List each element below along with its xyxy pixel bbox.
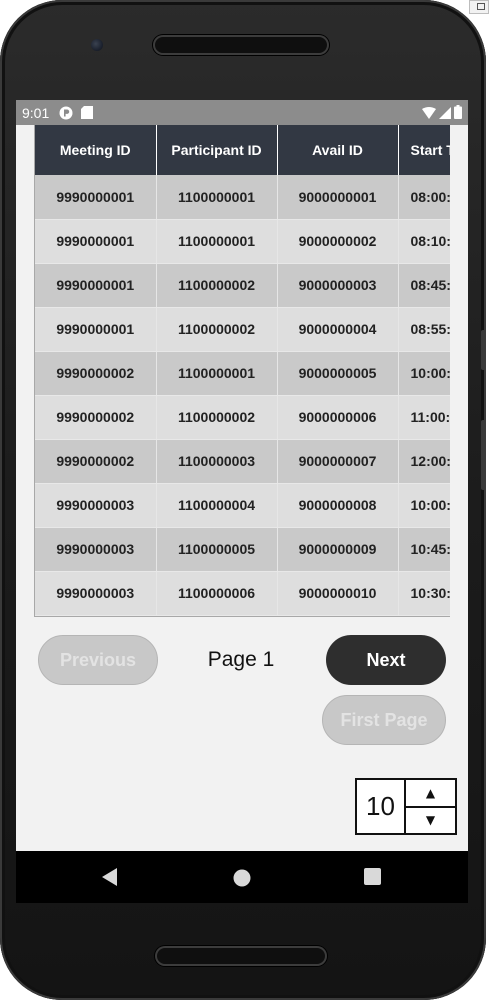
cell-meeting-id: 9990000002 (35, 351, 157, 396)
cell-meeting-id: 9990000002 (35, 439, 157, 484)
column-header-participant-id[interactable]: Participant ID (156, 125, 278, 175)
cell-participant-id: 1100000002 (156, 263, 278, 308)
page: 9:01 Meeting ID Participant ID Avail ID … (0, 0, 489, 1006)
cell-start-time: 10:30: (398, 571, 450, 616)
recents-icon[interactable] (364, 868, 381, 890)
signal-icon (439, 106, 451, 122)
cell-participant-id: 1100000006 (156, 571, 278, 616)
cell-avail-id: 9000000008 (277, 483, 399, 528)
back-icon[interactable] (102, 868, 118, 891)
cell-participant-id: 1100000003 (156, 439, 278, 484)
cell-participant-id: 1100000001 (156, 175, 278, 220)
cell-participant-id: 1100000001 (156, 351, 278, 396)
cell-avail-id: 9000000003 (277, 263, 399, 308)
window-restore-icon[interactable] (469, 0, 489, 14)
column-header-start-time[interactable]: Start T (398, 125, 450, 175)
cell-participant-id: 1100000001 (156, 219, 278, 264)
app-notification-icon (59, 106, 73, 120)
status-bar: 9:01 (16, 100, 468, 125)
page-size-stepper[interactable]: 10 ▲ ▼ (355, 778, 457, 835)
cell-meeting-id: 9990000001 (35, 175, 157, 220)
cell-participant-id: 1100000002 (156, 395, 278, 440)
cell-start-time: 10:00: (398, 351, 450, 396)
cell-meeting-id: 9990000002 (35, 395, 157, 440)
cell-meeting-id: 9990000003 (35, 571, 157, 616)
table-row: 9990000002 1100000001 9000000005 10:00: (35, 351, 450, 396)
cell-avail-id: 9000000006 (277, 395, 399, 440)
phone-frame: 9:01 Meeting ID Participant ID Avail ID … (0, 0, 486, 1000)
cell-start-time: 10:00: (398, 483, 450, 528)
cell-start-time: 10:45: (398, 527, 450, 572)
column-header-meeting-id[interactable]: Meeting ID (35, 125, 157, 175)
cell-start-time: 12:00: (398, 439, 450, 484)
status-time: 9:01 (22, 104, 50, 121)
power-button (481, 420, 486, 490)
cell-start-time: 08:10: (398, 219, 450, 264)
navigation-bar (16, 851, 468, 903)
device-screen: 9:01 Meeting ID Participant ID Avail ID … (16, 100, 468, 903)
wifi-icon (422, 106, 436, 122)
cell-participant-id: 1100000004 (156, 483, 278, 528)
decrement-arrow-icon[interactable]: ▼ (406, 808, 455, 834)
data-table: Meeting ID Participant ID Avail ID Start… (35, 125, 450, 616)
table-row: 9990000001 1100000001 9000000001 08:00: (35, 175, 450, 220)
sd-card-icon (81, 106, 94, 119)
table-row: 9990000003 1100000004 9000000008 10:00: (35, 483, 450, 528)
top-speaker (153, 35, 329, 55)
cell-start-time: 08:00: (398, 175, 450, 220)
table-row: 9990000003 1100000005 9000000009 10:45: (35, 527, 450, 572)
cell-avail-id: 9000000010 (277, 571, 399, 616)
table-row: 9990000002 1100000003 9000000007 12:00: (35, 439, 450, 484)
volume-button (481, 330, 486, 370)
app-content: Meeting ID Participant ID Avail ID Start… (16, 125, 468, 851)
cell-avail-id: 9000000001 (277, 175, 399, 220)
cell-meeting-id: 9990000001 (35, 219, 157, 264)
cell-meeting-id: 9990000003 (35, 527, 157, 572)
table-row: 9990000003 1100000006 9000000010 10:30: (35, 571, 450, 616)
table-header-row: Meeting ID Participant ID Avail ID Start… (35, 125, 450, 175)
column-header-avail-id[interactable]: Avail ID (277, 125, 399, 175)
table-row: 9990000002 1100000002 9000000006 11:00: (35, 395, 450, 440)
stepper-arrows: ▲ ▼ (406, 780, 455, 833)
previous-button[interactable]: Previous (38, 635, 158, 685)
table-row: 9990000001 1100000002 9000000003 08:45: (35, 263, 450, 308)
data-table-container[interactable]: Meeting ID Participant ID Avail ID Start… (34, 125, 450, 617)
first-page-button[interactable]: First Page (322, 695, 446, 745)
cell-participant-id: 1100000002 (156, 307, 278, 352)
cell-meeting-id: 9990000003 (35, 483, 157, 528)
cell-start-time: 08:55: (398, 307, 450, 352)
cell-avail-id: 9000000007 (277, 439, 399, 484)
cell-start-time: 11:00: (398, 395, 450, 440)
table-row: 9990000001 1100000002 9000000004 08:55: (35, 307, 450, 352)
cell-avail-id: 9000000009 (277, 527, 399, 572)
cell-start-time: 08:45: (398, 263, 450, 308)
cell-avail-id: 9000000004 (277, 307, 399, 352)
cell-meeting-id: 9990000001 (35, 263, 157, 308)
page-size-value[interactable]: 10 (357, 780, 406, 833)
home-icon[interactable] (233, 869, 251, 892)
cell-avail-id: 9000000005 (277, 351, 399, 396)
table-row: 9990000001 1100000001 9000000002 08:10: (35, 219, 450, 264)
battery-icon (454, 105, 462, 122)
bottom-speaker (155, 946, 327, 966)
next-button[interactable]: Next (326, 635, 446, 685)
cell-meeting-id: 9990000001 (35, 307, 157, 352)
cell-avail-id: 9000000002 (277, 219, 399, 264)
page-indicator: Page 1 (207, 648, 275, 671)
cell-participant-id: 1100000005 (156, 527, 278, 572)
increment-arrow-icon[interactable]: ▲ (406, 780, 455, 808)
front-camera (91, 39, 103, 51)
